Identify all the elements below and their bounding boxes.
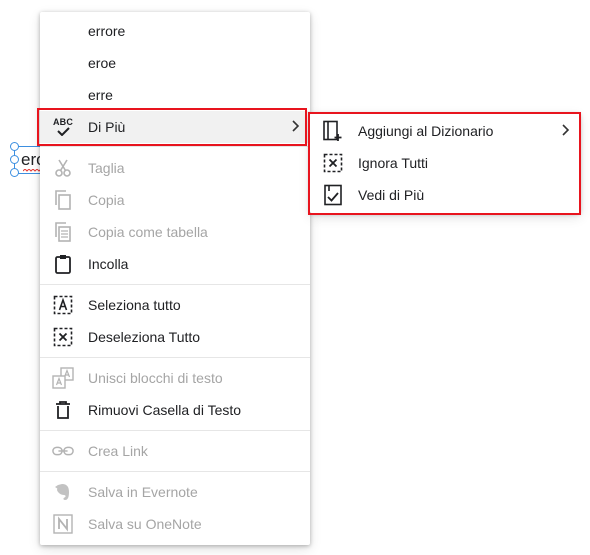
resize-handle-top-left[interactable] (10, 142, 19, 151)
resize-handle-bottom-left[interactable] (10, 168, 19, 177)
save-to-evernote-item[interactable]: Salva in Evernote (40, 476, 310, 508)
resize-handle-middle-left[interactable] (10, 155, 19, 164)
select-all-label: Seleziona tutto (88, 297, 181, 313)
deselect-all-item[interactable]: Deseleziona Tutto (40, 321, 310, 353)
see-more-label: Vedi di Più (358, 187, 425, 203)
spellcheck-icon: ABC (52, 117, 74, 137)
paste-icon (52, 254, 74, 274)
copy-table-icon (52, 222, 74, 242)
paste-label: Incolla (88, 256, 129, 272)
suggestion-label: erre (88, 87, 113, 103)
merge-text-blocks-label: Unisci blocchi di testo (88, 370, 223, 386)
suggestion-errore[interactable]: errore (40, 15, 310, 47)
copy-as-table-item[interactable]: Copia come tabella (40, 216, 310, 248)
merge-text-blocks-item[interactable]: Unisci blocchi di testo (40, 362, 310, 394)
more-options-label: Di Più (88, 119, 126, 135)
save-to-onenote-label: Salva su OneNote (88, 516, 202, 532)
select-all-icon (52, 295, 74, 315)
link-icon (52, 441, 74, 461)
create-link-item[interactable]: Crea Link (40, 435, 310, 467)
suggestion-erre[interactable]: erre (40, 79, 310, 111)
scissors-icon (52, 158, 74, 178)
select-all-item[interactable]: Seleziona tutto (40, 289, 310, 321)
trash-icon (52, 400, 74, 420)
add-to-dictionary-item[interactable]: Aggiungi al Dizionario (310, 115, 580, 147)
ignore-all-icon (322, 153, 344, 173)
spelling-submenu: Aggiungi al Dizionario Ignora Tutti Vedi… (310, 113, 580, 213)
add-to-dictionary-label: Aggiungi al Dizionario (358, 123, 494, 139)
deselect-all-icon (52, 327, 74, 347)
create-link-label: Crea Link (88, 443, 148, 459)
merge-text-blocks-icon (52, 367, 74, 389)
more-options-item[interactable]: ABC Di Più (40, 111, 310, 143)
menu-divider (40, 430, 310, 431)
ignore-all-item[interactable]: Ignora Tutti (310, 147, 580, 179)
chevron-right-icon (292, 120, 300, 132)
see-more-item[interactable]: Vedi di Più (310, 179, 580, 211)
suggestion-label: errore (88, 23, 126, 39)
add-to-dictionary-icon (322, 120, 344, 141)
remove-text-box-label: Rimuovi Casella di Testo (88, 402, 242, 418)
cut-label: Taglia (88, 160, 125, 176)
chevron-right-icon (562, 124, 570, 136)
menu-divider (40, 357, 310, 358)
deselect-all-label: Deseleziona Tutto (88, 329, 201, 345)
menu-divider (40, 471, 310, 472)
copy-as-table-label: Copia come tabella (88, 224, 208, 240)
save-to-evernote-label: Salva in Evernote (88, 484, 198, 500)
save-to-onenote-item[interactable]: Salva su OneNote (40, 508, 310, 540)
copy-item[interactable]: Copia (40, 184, 310, 216)
ignore-all-label: Ignora Tutti (358, 155, 429, 171)
copy-icon (52, 190, 74, 210)
cut-item[interactable]: Taglia (40, 152, 310, 184)
see-more-icon (322, 184, 344, 206)
menu-divider (40, 146, 310, 147)
context-menu: errore eroe erre ABC Di Più Taglia Copia… (40, 12, 310, 545)
menu-divider (40, 284, 310, 285)
evernote-icon (52, 482, 74, 502)
remove-text-box-item[interactable]: Rimuovi Casella di Testo (40, 394, 310, 426)
suggestion-label: eroe (88, 55, 117, 71)
suggestion-eroe[interactable]: eroe (40, 47, 310, 79)
copy-label: Copia (88, 192, 125, 208)
onenote-icon (52, 514, 74, 534)
paste-item[interactable]: Incolla (40, 248, 310, 280)
